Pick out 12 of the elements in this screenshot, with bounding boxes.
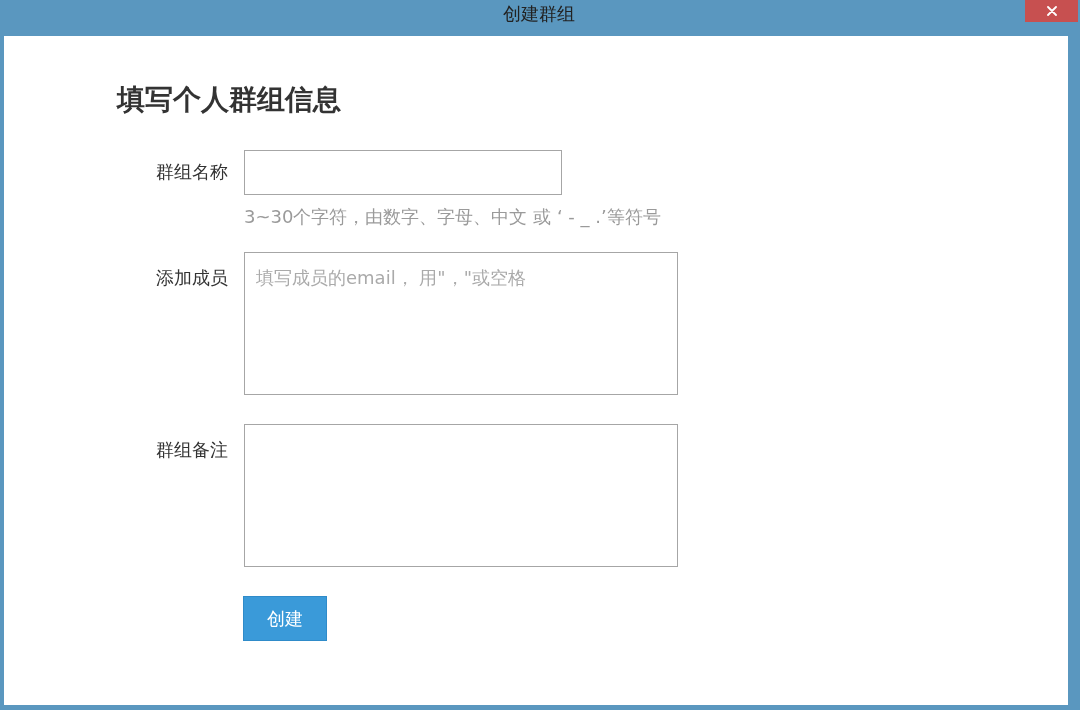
create-button[interactable]: 创建 [243, 596, 327, 641]
close-button[interactable] [1025, 0, 1078, 22]
window-title: 创建群组 [503, 2, 575, 26]
close-icon [1046, 6, 1057, 16]
field-label: 群组名称 [156, 160, 228, 184]
field-label: 群组备注 [156, 438, 228, 462]
form-heading: 填写个人群组信息 [117, 82, 341, 118]
textarea-field[interactable]: 填写成员的email， 用"，"或空格 [244, 252, 678, 395]
textarea-field[interactable] [244, 424, 678, 567]
group-name-input-field[interactable] [244, 150, 562, 195]
field-label: 添加成员 [156, 266, 228, 290]
field-hint: 3~30个字符，由数字、字母、中文 或 ‘ - _ .’等符号 [244, 205, 661, 229]
